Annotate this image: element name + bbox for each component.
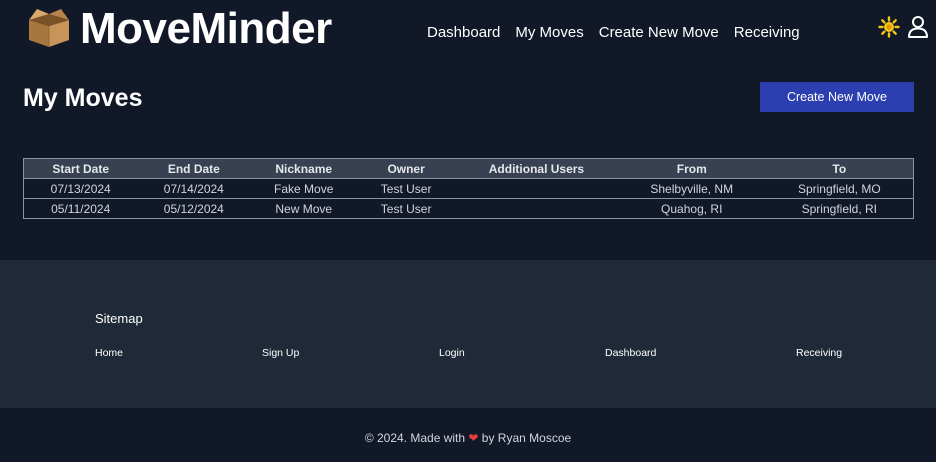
- cell-from: Quahog, RI: [617, 198, 766, 219]
- column-header-owner[interactable]: Owner: [357, 158, 456, 179]
- cell-from: Shelbyville, NM: [617, 178, 766, 199]
- cell-start-date: 05/11/2024: [23, 198, 138, 219]
- footer-link-dashboard[interactable]: Dashboard: [605, 347, 656, 359]
- footer-link-login[interactable]: Login: [439, 347, 465, 359]
- top-nav: MoveMinder Dashboard My Moves Create New…: [0, 0, 936, 62]
- cardboard-box-icon[interactable]: [26, 6, 72, 48]
- create-new-move-button[interactable]: Create New Move: [760, 82, 914, 112]
- copyright: © 2024. Made with ❤ by Ryan Moscoe: [0, 431, 936, 445]
- moves-table: Start Date End Date Nickname Owner Addit…: [23, 158, 914, 219]
- table-row[interactable]: 07/13/2024 07/14/2024 Fake Move Test Use…: [23, 178, 914, 199]
- column-header-end-date[interactable]: End Date: [137, 158, 251, 179]
- user-icon[interactable]: [907, 15, 929, 39]
- cell-owner: Test User: [357, 198, 456, 219]
- nav-link-dashboard[interactable]: Dashboard: [427, 24, 500, 41]
- footer-link-sign-up[interactable]: Sign Up: [262, 347, 299, 359]
- cell-to: Springfield, MO: [765, 178, 914, 199]
- cell-end-date: 05/12/2024: [137, 198, 251, 219]
- cell-additional-users: [455, 198, 618, 219]
- table-row[interactable]: 05/11/2024 05/12/2024 New Move Test User…: [23, 198, 914, 219]
- nav-links: Dashboard My Moves Create New Move Recei…: [427, 24, 800, 41]
- nav-link-receiving[interactable]: Receiving: [734, 24, 800, 41]
- page-title: My Moves: [23, 84, 143, 112]
- footer: Sitemap Home Sign Up Login Dashboard Rec…: [0, 260, 936, 408]
- table-header-row: Start Date End Date Nickname Owner Addit…: [23, 158, 914, 179]
- sun-icon[interactable]: [878, 16, 900, 38]
- sitemap-title: Sitemap: [95, 311, 143, 326]
- cell-owner: Test User: [357, 178, 456, 199]
- column-header-nickname[interactable]: Nickname: [250, 158, 358, 179]
- cell-end-date: 07/14/2024: [137, 178, 251, 199]
- copyright-prefix: © 2024. Made with: [364, 431, 466, 445]
- brand-name[interactable]: MoveMinder: [80, 4, 332, 54]
- column-header-additional-users[interactable]: Additional Users: [455, 158, 618, 179]
- copyright-suffix: by Ryan Moscoe: [481, 431, 572, 445]
- cell-additional-users: [455, 178, 618, 199]
- cell-nickname: New Move: [250, 198, 358, 219]
- nav-link-my-moves[interactable]: My Moves: [515, 24, 583, 41]
- footer-link-receiving[interactable]: Receiving: [796, 347, 842, 359]
- cell-to: Springfield, RI: [765, 198, 914, 219]
- cell-start-date: 07/13/2024: [23, 178, 138, 199]
- heart-icon: ❤: [468, 431, 479, 445]
- column-header-to[interactable]: To: [765, 158, 914, 179]
- cell-nickname: Fake Move: [250, 178, 358, 199]
- footer-link-home[interactable]: Home: [95, 347, 123, 359]
- column-header-start-date[interactable]: Start Date: [23, 158, 138, 179]
- nav-link-create-new-move[interactable]: Create New Move: [599, 24, 719, 41]
- column-header-from[interactable]: From: [617, 158, 766, 179]
